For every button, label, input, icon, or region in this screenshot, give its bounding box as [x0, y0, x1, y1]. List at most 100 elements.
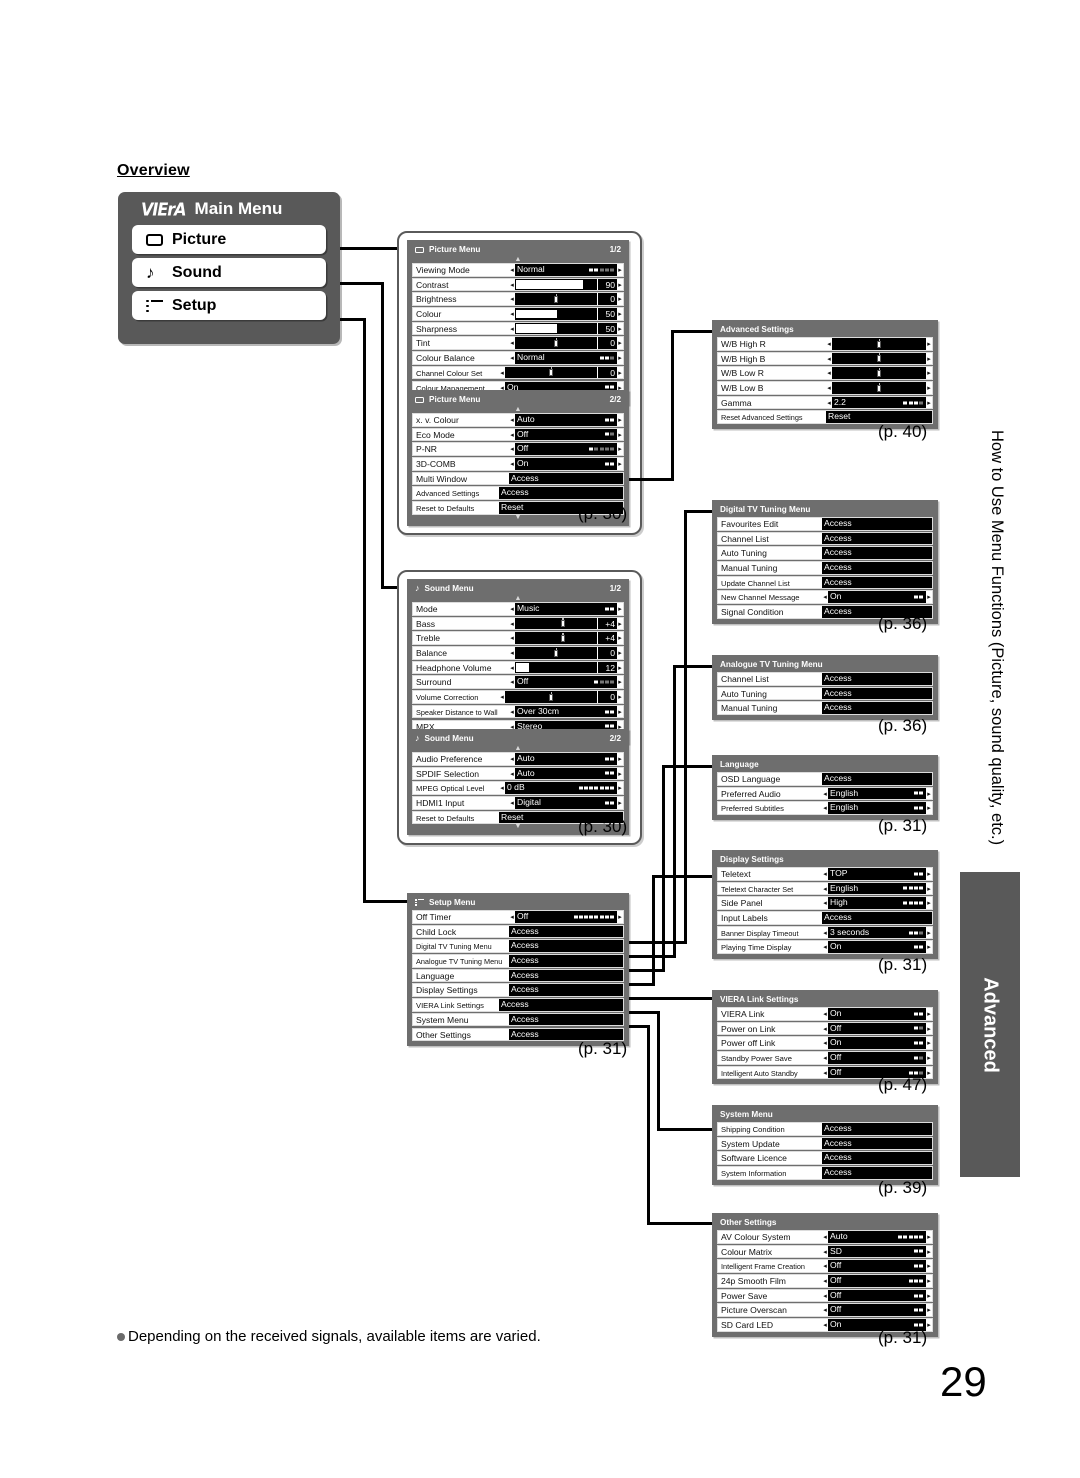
right-arrow-icon[interactable] [926, 1304, 932, 1316]
menu-row-value[interactable]: Access [822, 912, 932, 924]
right-arrow-icon[interactable] [617, 428, 623, 441]
menu-row-value[interactable]: Access [509, 1013, 623, 1026]
menu-row-value[interactable]: On [828, 1008, 926, 1020]
menu-row[interactable]: OSD Language Access [717, 772, 933, 786]
right-arrow-icon[interactable] [926, 1022, 932, 1035]
menu-row-value[interactable]: Off [515, 911, 617, 923]
menu-row[interactable]: Treble +4 [412, 631, 624, 645]
right-arrow-icon[interactable] [926, 1037, 932, 1049]
menu-row-value[interactable]: Normal [515, 352, 617, 364]
menu-row-value[interactable]: Music [515, 603, 617, 615]
menu-row-value[interactable]: Access [822, 562, 932, 574]
menu-row[interactable]: System Menu Access [412, 1012, 624, 1027]
menu-row-slider[interactable] [515, 661, 597, 674]
menu-row[interactable]: Power on Link Off [717, 1021, 933, 1036]
menu-row-value[interactable]: Off [828, 1275, 926, 1287]
right-arrow-icon[interactable] [617, 767, 623, 780]
menu-row-slider[interactable] [515, 337, 597, 349]
menu-row-value[interactable]: Normal [515, 264, 617, 276]
right-arrow-icon[interactable] [926, 382, 932, 394]
menu-row[interactable]: Language Access [412, 968, 624, 983]
right-arrow-icon[interactable] [617, 911, 623, 923]
menu-row-value[interactable]: On [828, 1037, 926, 1049]
menu-row[interactable]: Picture Overscan Off [717, 1303, 933, 1317]
menu-row-value[interactable]: Access [822, 1123, 932, 1135]
menu-row-value[interactable]: Off [828, 1052, 926, 1064]
menu-row[interactable]: Teletext Character Set English [717, 881, 933, 896]
menu-row[interactable]: Advanced Settings Access [412, 486, 624, 500]
right-arrow-icon[interactable] [617, 676, 623, 688]
menu-row[interactable]: Auto Tuning Access [717, 546, 933, 560]
right-arrow-icon[interactable] [617, 264, 623, 276]
menu-row[interactable]: Intelligent Frame Creation Off [717, 1259, 933, 1273]
right-arrow-icon[interactable] [617, 603, 623, 615]
right-arrow-icon[interactable] [926, 1289, 932, 1302]
menu-row-slider[interactable] [515, 322, 597, 335]
menu-row-value[interactable]: English [828, 882, 926, 895]
right-arrow-icon[interactable] [926, 352, 932, 365]
menu-row[interactable]: Sharpness 50 [412, 321, 624, 336]
menu-row-value[interactable]: On [828, 591, 926, 603]
menu-row-value[interactable]: Access [822, 532, 932, 545]
menu-row[interactable]: HDMI1 Input Digital [412, 796, 624, 810]
menu-row-value[interactable]: Access [509, 472, 623, 485]
menu-row[interactable]: W/B Low B [717, 381, 933, 395]
menu-row-slider[interactable] [515, 617, 597, 630]
menu-row[interactable]: 3D-COMB On [412, 457, 624, 471]
menu-row[interactable]: Off Timer Off [412, 910, 624, 924]
menu-row[interactable]: Channel List Access [717, 672, 933, 686]
menu-row-value[interactable]: Access [822, 518, 932, 530]
menu-row[interactable]: Contrast 90 [412, 277, 624, 292]
right-arrow-icon[interactable] [926, 396, 932, 409]
main-menu-item-sound[interactable]: ♪ Sound [132, 258, 326, 287]
menu-row[interactable]: Gamma 2.2 [717, 395, 933, 410]
menu-row-value[interactable]: 3 seconds [828, 926, 926, 939]
menu-row-value[interactable]: Access [509, 955, 623, 967]
right-arrow-icon[interactable] [926, 868, 932, 880]
menu-row[interactable]: Headphone Volume 12 [412, 660, 624, 675]
menu-row[interactable]: Bass +4 [412, 616, 624, 631]
right-arrow-icon[interactable] [617, 782, 623, 794]
menu-row[interactable]: Child Lock Access [412, 924, 624, 939]
menu-row[interactable]: Balance 0 [412, 646, 624, 660]
menu-row[interactable]: Banner Display Timeout 3 seconds [717, 925, 933, 940]
menu-row[interactable]: Shipping Condition Access [717, 1122, 933, 1136]
menu-row-value[interactable]: Access [509, 925, 623, 938]
menu-row-value[interactable]: TOP [828, 868, 926, 880]
right-arrow-icon[interactable] [617, 705, 623, 718]
menu-row[interactable]: Channel List Access [717, 531, 933, 546]
menu-row-value[interactable]: English [828, 802, 926, 814]
menu-row[interactable]: Display Settings Access [412, 983, 624, 997]
menu-row-value[interactable]: Access [499, 999, 623, 1011]
menu-row-value[interactable]: Access [822, 1167, 932, 1179]
menu-row-value[interactable]: Access [822, 576, 932, 589]
menu-row[interactable]: Channel Colour Set 0 [412, 365, 624, 380]
right-arrow-icon[interactable] [926, 897, 932, 909]
menu-row[interactable]: W/B High B [717, 351, 933, 366]
menu-row[interactable]: Multi Window Access [412, 471, 624, 486]
right-arrow-icon[interactable] [617, 691, 623, 703]
menu-row[interactable]: Colour Matrix SD [717, 1244, 933, 1259]
menu-row-value[interactable]: Access [822, 702, 932, 714]
menu-row[interactable]: VIERA Link Settings Access [412, 998, 624, 1012]
menu-row[interactable]: Auto Tuning Access [717, 686, 933, 701]
menu-row-value[interactable]: Access [822, 773, 932, 785]
right-arrow-icon[interactable] [926, 1231, 932, 1243]
menu-row-value[interactable]: Access [499, 487, 623, 499]
menu-row-value[interactable]: Auto [515, 414, 617, 426]
menu-row[interactable]: VIERA Link On [717, 1007, 933, 1021]
right-arrow-icon[interactable] [617, 458, 623, 470]
right-arrow-icon[interactable] [926, 1275, 932, 1287]
menu-row-value[interactable]: Off [515, 676, 617, 688]
menu-row-value[interactable]: Access [822, 673, 932, 685]
menu-row-slider[interactable] [832, 382, 926, 394]
right-arrow-icon[interactable] [617, 352, 623, 364]
menu-row[interactable]: Power Save Off [717, 1288, 933, 1303]
right-arrow-icon[interactable] [617, 366, 623, 379]
menu-row[interactable]: Surround Off [412, 675, 624, 689]
menu-row[interactable]: New Channel Message On [717, 590, 933, 604]
menu-row-value[interactable]: Auto [828, 1231, 926, 1243]
menu-row-slider[interactable] [505, 366, 597, 379]
menu-row[interactable]: Update Channel List Access [717, 575, 933, 590]
right-arrow-icon[interactable] [926, 802, 932, 814]
